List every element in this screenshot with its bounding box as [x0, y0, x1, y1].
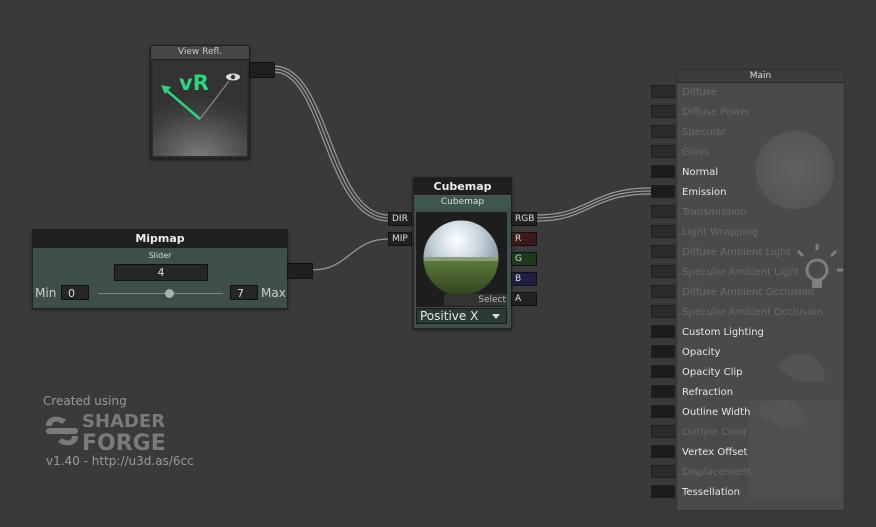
- main-input-label: Transmission: [682, 207, 747, 218]
- main-output-node[interactable]: Main Diffuse Diffuse Power Specular Gloss No…: [676, 69, 845, 511]
- main-input-port[interactable]: [651, 305, 675, 318]
- main-input-port[interactable]: [651, 285, 675, 298]
- main-input-port[interactable]: [651, 125, 675, 138]
- logo-line-1: SHADER: [82, 411, 165, 432]
- main-input-label: Gloss: [682, 147, 710, 158]
- main-input-label: Outline Width: [682, 407, 751, 418]
- cubemap-sphere: [423, 220, 499, 296]
- node-title: View Refl.: [151, 46, 249, 60]
- mipmap-output-port[interactable]: [287, 263, 313, 279]
- main-input-port[interactable]: [651, 325, 675, 338]
- main-input-label: Refraction: [682, 387, 734, 398]
- port-r[interactable]: R: [511, 232, 537, 246]
- main-input-label: Diffuse: [682, 87, 718, 98]
- cubemap-node[interactable]: Cubemap Cubemap Select Positive X: [413, 177, 512, 329]
- main-input-label: Specular: [682, 127, 726, 138]
- main-input-port[interactable]: [651, 485, 675, 498]
- node-subtitle: Cubemap: [414, 195, 511, 208]
- slider-label: Slider: [148, 251, 172, 260]
- main-input-port[interactable]: [651, 265, 675, 278]
- main-input-port[interactable]: [651, 85, 675, 98]
- max-field[interactable]: 7: [230, 285, 258, 300]
- main-input-port[interactable]: [651, 465, 675, 478]
- main-input-port[interactable]: [651, 365, 675, 378]
- node-title: Cubemap: [414, 178, 511, 195]
- main-input-port[interactable]: [651, 245, 675, 258]
- main-input-label: Vertex Offset: [682, 447, 748, 458]
- main-input-label: Opacity: [682, 347, 721, 358]
- main-input-port[interactable]: [651, 345, 675, 358]
- main-input-label: Light Wrapping: [682, 227, 758, 238]
- main-input-label: Outline Color: [682, 427, 748, 438]
- main-input-port[interactable]: [651, 425, 675, 438]
- main-input-label: Diffuse Ambient Occlusion: [682, 287, 814, 298]
- mipmap-node[interactable]: Mipmap Slider 4 Min 0 7 Max: [32, 229, 288, 309]
- min-field[interactable]: 0: [61, 285, 89, 300]
- leaf-icon: [749, 354, 841, 500]
- slider-value-field[interactable]: 4: [114, 264, 208, 281]
- chevron-down-icon: [492, 314, 500, 319]
- cube-face-value: Positive X: [420, 309, 479, 323]
- wire-viewrefl-dir: [273, 65, 390, 216]
- port-rgb[interactable]: RGB: [511, 212, 537, 226]
- slider-track[interactable]: [98, 293, 223, 294]
- port-mip[interactable]: MIP: [388, 232, 412, 246]
- port-g[interactable]: G: [511, 252, 537, 266]
- main-input-label: Tessellation: [682, 487, 740, 498]
- main-input-label: Specular Ambient Light: [682, 267, 800, 278]
- version-label: v1.40 - http://u3d.as/6cc: [46, 454, 194, 468]
- port-dir[interactable]: DIR: [388, 212, 412, 226]
- main-input-port[interactable]: [651, 145, 675, 158]
- cube-face-dropdown[interactable]: Positive X: [416, 308, 507, 324]
- slider-thumb[interactable]: [164, 289, 174, 298]
- main-input-port[interactable]: [651, 225, 675, 238]
- main-input-port[interactable]: [651, 105, 675, 118]
- node-title: Mipmap: [33, 230, 287, 248]
- view-reflection-glyph: vR: [179, 71, 209, 95]
- select-button[interactable]: Select: [444, 294, 507, 306]
- node-title: Main: [677, 70, 844, 83]
- max-label: Max: [261, 286, 286, 300]
- view-reflection-node[interactable]: View Refl. vR: [150, 45, 250, 159]
- main-input-port[interactable]: [651, 405, 675, 418]
- min-label: Min: [35, 286, 57, 300]
- main-input-label: Emission: [682, 187, 727, 198]
- view-reflection-preview: vR: [153, 61, 247, 156]
- eye-icon: [226, 73, 240, 81]
- created-using-label: Created using: [43, 394, 127, 408]
- cubemap-preview: Select: [416, 212, 507, 307]
- main-input-label: Diffuse Power: [682, 107, 751, 118]
- main-input-port[interactable]: [651, 165, 675, 178]
- main-input-port[interactable]: [651, 385, 675, 398]
- logo-line-2: FORGE: [82, 431, 166, 454]
- main-input-label: Diffuse Ambient Light: [682, 247, 791, 258]
- main-input-label: Custom Lighting: [682, 327, 764, 338]
- port-b[interactable]: B: [511, 272, 537, 286]
- main-input-port[interactable]: [651, 445, 675, 458]
- wire-rgb-emission: [536, 187, 652, 216]
- main-input-label: Normal: [682, 167, 719, 178]
- main-input-label: Displacement: [682, 467, 751, 478]
- wire-mipmap-mip: [311, 238, 390, 271]
- view-reflection-output-port[interactable]: [249, 62, 275, 78]
- main-input-label: Specular Ambient Occlusion: [682, 307, 823, 318]
- main-input-label: Opacity Clip: [682, 367, 743, 378]
- shader-forge-logo: SHADER FORGE: [44, 410, 194, 456]
- port-a[interactable]: A: [511, 292, 537, 306]
- main-input-port[interactable]: [651, 205, 675, 218]
- main-input-port[interactable]: [651, 185, 675, 198]
